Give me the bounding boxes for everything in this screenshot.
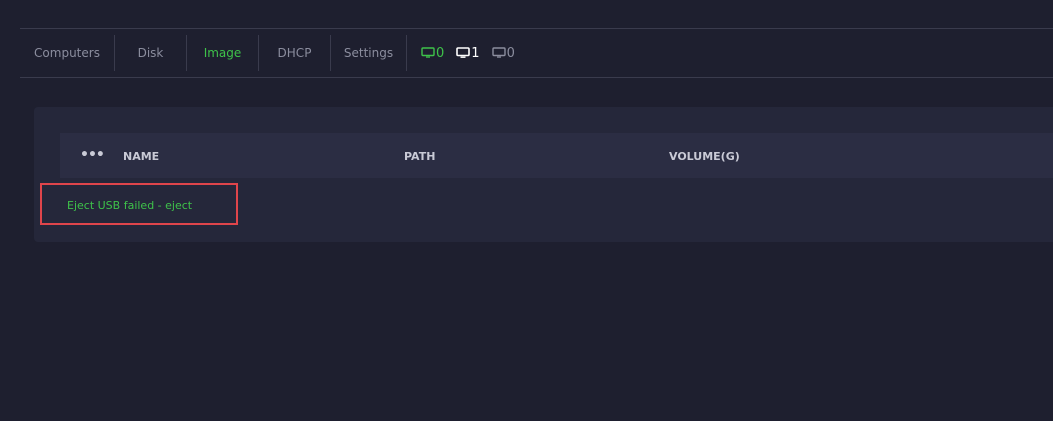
status-offline-count: 0	[506, 45, 515, 61]
tab-disk[interactable]: Disk	[115, 35, 187, 71]
monitor-offline-icon	[491, 47, 506, 58]
monitor-active-icon	[456, 47, 471, 58]
status-offline[interactable]: 0	[491, 45, 515, 61]
app-root: Computers Disk Image DHCP Settings 0 1 0…	[0, 0, 1053, 421]
status-online-count: 0	[436, 45, 445, 61]
status-active-count: 1	[471, 45, 480, 61]
status-active[interactable]: 1	[456, 45, 480, 61]
monitor-online-icon	[421, 47, 435, 58]
tab-dhcp[interactable]: DHCP	[259, 35, 331, 71]
main-nav: Computers Disk Image DHCP Settings 0 1 0	[20, 29, 1053, 77]
column-path[interactable]: PATH	[404, 150, 435, 163]
tab-computers[interactable]: Computers	[20, 35, 115, 71]
column-name[interactable]: NAME	[123, 150, 159, 163]
computer-status-group: 0 1 0	[421, 46, 515, 61]
tab-image[interactable]: Image	[187, 35, 259, 71]
tab-settings[interactable]: Settings	[331, 35, 407, 71]
table-header: ••• NAME PATH VOLUME(G)	[60, 133, 1053, 178]
nav-divider	[20, 77, 1053, 78]
eject-error-message: Eject USB failed - eject	[67, 199, 193, 212]
more-icon[interactable]: •••	[80, 147, 105, 163]
column-volume[interactable]: VOLUME(G)	[669, 150, 740, 163]
status-online[interactable]: 0	[421, 46, 444, 61]
